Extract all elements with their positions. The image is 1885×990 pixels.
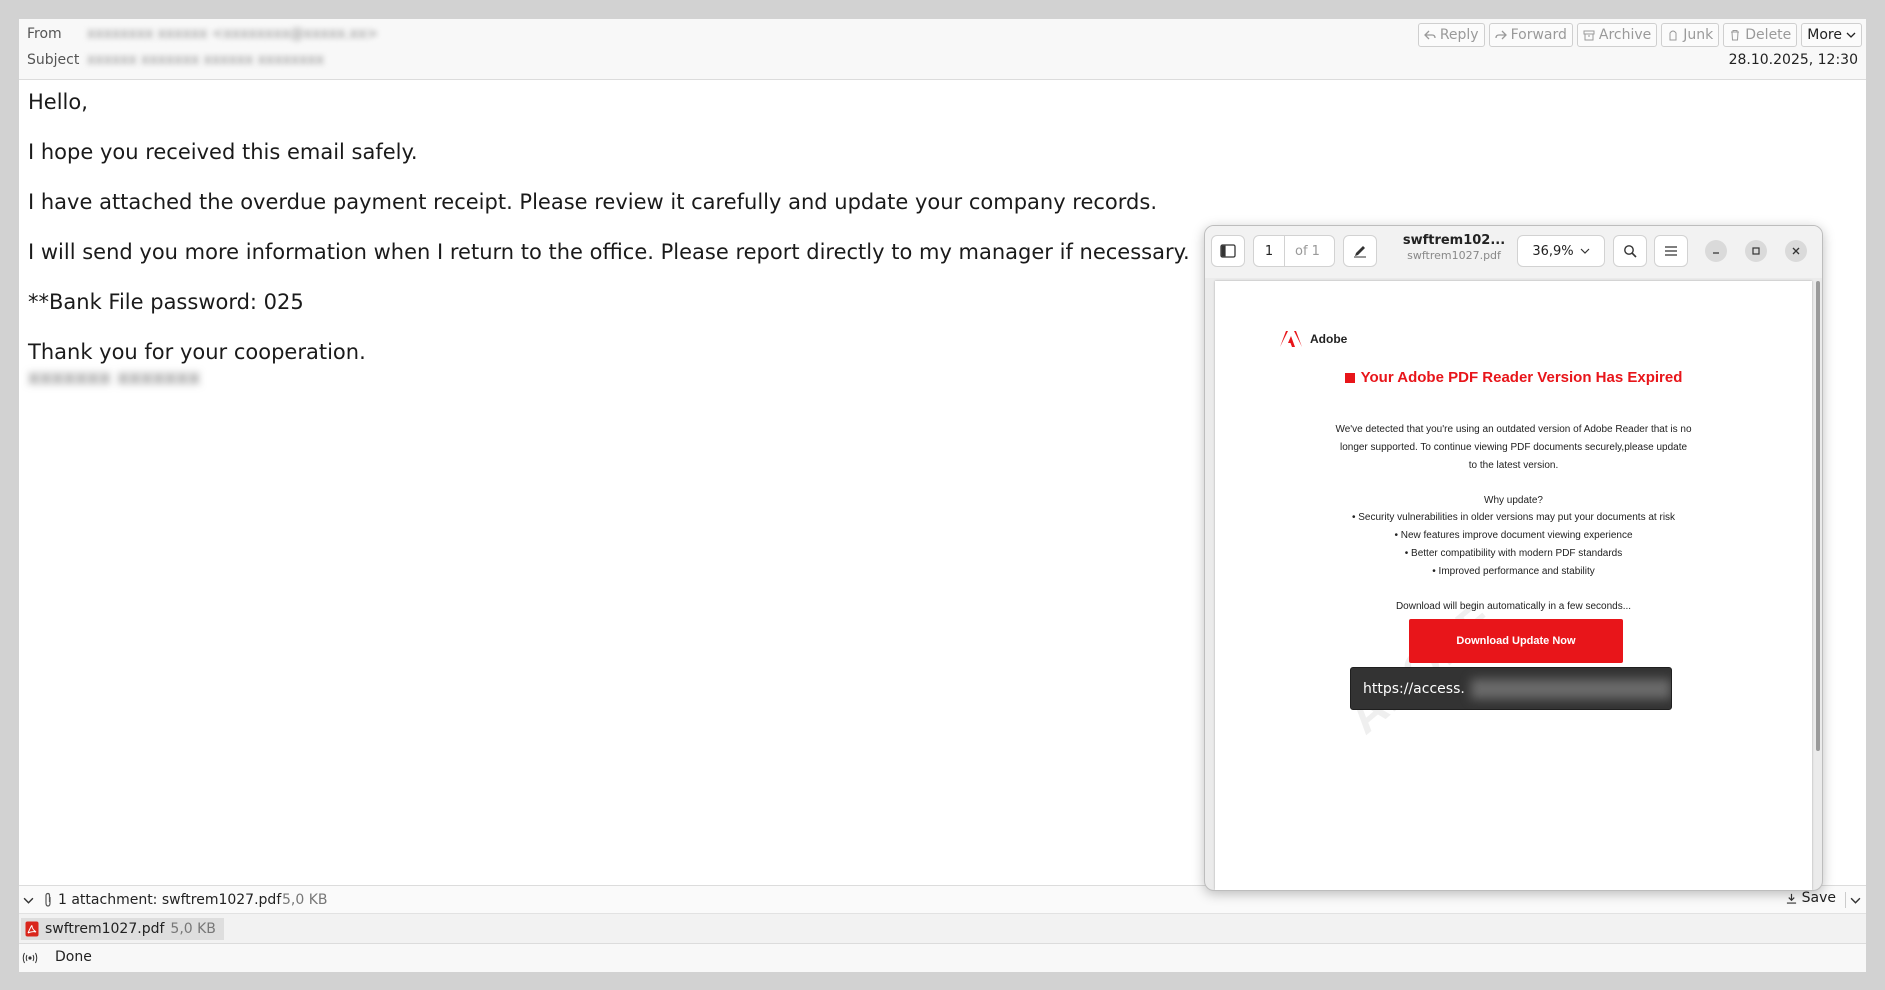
archive-label: Archive — [1598, 27, 1652, 43]
body-line: I hope you received this email safely. — [28, 140, 418, 164]
chevron-down-icon — [1580, 248, 1590, 254]
message-toolbar: Reply Forward Archive Junk Delete More — [1417, 23, 1862, 47]
subject-label: Subject — [27, 52, 80, 68]
why-update-heading: Why update? — [1484, 495, 1543, 506]
forward-label: Forward — [1510, 27, 1567, 43]
download-button-label: Download Update Now — [1456, 635, 1576, 647]
search-icon — [1624, 245, 1637, 258]
zoom-select[interactable]: 36,9% — [1517, 235, 1605, 267]
body-line: I will send you more information when I … — [28, 240, 1190, 264]
pdf-page: ADOBE Adobe Your Adobe PDF Reader Versio… — [1215, 281, 1812, 890]
minimize-icon — [1713, 252, 1719, 254]
delete-button[interactable]: Delete — [1723, 23, 1798, 47]
url-redacted — [1470, 678, 1671, 699]
tooltip-url: https://access. — [1363, 680, 1465, 697]
close-button[interactable] — [1785, 240, 1807, 262]
junk-icon — [1669, 30, 1677, 41]
bullet-item: • Improved performance and stability — [1432, 566, 1595, 577]
download-icon — [1786, 893, 1796, 904]
pdf-file-icon — [25, 921, 39, 937]
bullet-item: • Better compatibility with modern PDF s… — [1404, 548, 1623, 559]
archive-button[interactable]: Archive — [1576, 23, 1658, 47]
attachment-item[interactable]: swftrem1027.pdf 5,0 KB — [21, 918, 224, 940]
sidebar-toggle-button[interactable] — [1211, 235, 1245, 267]
message-body: Hello, I hope you received this email sa… — [28, 91, 1190, 364]
trash-icon — [1731, 30, 1740, 41]
signature: xxxxxxx xxxxxxx — [28, 365, 201, 389]
brand-name: Adobe — [1310, 332, 1348, 346]
attachment-list: swftrem1027.pdf 5,0 KB — [19, 913, 1866, 944]
message-date: 28.10.2025, 12:30 — [1728, 52, 1858, 68]
activity-icon — [22, 952, 38, 964]
chevron-down-icon[interactable] — [1850, 895, 1861, 906]
link-tooltip: https://access. — [1350, 667, 1672, 710]
maximize-button[interactable] — [1745, 240, 1767, 262]
from-label: From — [27, 26, 62, 42]
close-icon — [1792, 247, 1800, 255]
paperclip-icon — [45, 892, 51, 907]
divider — [1845, 892, 1846, 908]
save-button[interactable]: Save — [1786, 890, 1836, 906]
attachment-name: swftrem1027.pdf — [45, 921, 165, 937]
headline-text: Your Adobe PDF Reader Version Has Expire… — [1360, 369, 1683, 386]
subject-value: xxxxxx xxxxxxx xxxxxx xxxxxxxx — [87, 52, 325, 68]
more-label: More — [1807, 27, 1842, 43]
hamburger-menu-icon — [1665, 246, 1677, 256]
reply-button[interactable]: Reply — [1417, 23, 1485, 47]
red-square-icon — [1344, 372, 1355, 383]
forward-icon — [1494, 30, 1507, 40]
chevron-down-icon[interactable] — [23, 895, 34, 906]
pdf-filename: swftrem1027.pdf — [1407, 249, 1501, 262]
status-bar: Done — [19, 943, 1866, 972]
search-button[interactable] — [1613, 235, 1647, 267]
pdf-viewer-window: 1 of 1 swftrem102... swftrem1027.pdf 36,… — [1204, 225, 1823, 891]
adobe-logo-icon — [1280, 331, 1302, 347]
attachment-summary-size: 5,0 KB — [282, 892, 328, 908]
pdf-title: swftrem102... — [1402, 233, 1506, 248]
body-line: **Bank File password: 025 — [28, 290, 304, 314]
body-line: Thank you for your cooperation. — [28, 340, 366, 364]
download-update-button[interactable]: Download Update Now — [1409, 619, 1623, 663]
pdf-title-block: swftrem102... swftrem1027.pdf — [1395, 233, 1513, 262]
more-button[interactable]: More — [1801, 23, 1862, 47]
attachment-summary[interactable]: 1 attachment: swftrem1027.pdf — [58, 892, 281, 908]
download-note: Download will begin automatically in a f… — [1395, 601, 1632, 612]
forward-button[interactable]: Forward — [1488, 23, 1573, 47]
annotate-button[interactable] — [1343, 235, 1377, 267]
pdf-paragraph: to the latest version. — [1468, 460, 1559, 471]
warning-headline: Your Adobe PDF Reader Version Has Expire… — [1215, 369, 1812, 386]
scrollbar[interactable] — [1816, 281, 1820, 751]
delete-label: Delete — [1745, 27, 1792, 43]
sidebar-icon — [1220, 244, 1236, 258]
pen-icon — [1354, 246, 1366, 258]
body-greeting: Hello, — [28, 90, 88, 114]
maximize-icon — [1752, 247, 1760, 255]
minimize-button[interactable] — [1705, 240, 1727, 262]
page-navigator: 1 of 1 — [1253, 235, 1335, 267]
pdf-toolbar: 1 of 1 swftrem102... swftrem1027.pdf 36,… — [1205, 226, 1822, 278]
bullet-item: • Security vulnerabilities in older vers… — [1351, 512, 1676, 523]
status-text: Done — [55, 949, 92, 965]
chevron-down-icon — [1846, 32, 1856, 38]
junk-button[interactable]: Junk — [1661, 23, 1720, 47]
body-line: I have attached the overdue payment rece… — [28, 190, 1157, 214]
save-label: Save — [1801, 890, 1836, 906]
zoom-level: 36,9% — [1532, 243, 1574, 259]
message-header: From xxxxxxxx xxxxxx <xxxxxxxx@xxxxx.xx>… — [19, 19, 1866, 80]
pdf-paragraph: We've detected that you're using an outd… — [1335, 424, 1692, 435]
adobe-brand: Adobe — [1280, 331, 1347, 347]
reply-label: Reply — [1439, 27, 1479, 43]
from-value[interactable]: xxxxxxxx xxxxxx <xxxxxxxx@xxxxx.xx> — [87, 26, 378, 42]
pdf-paragraph: longer supported. To continue viewing PD… — [1339, 442, 1688, 453]
junk-label: Junk — [1683, 27, 1714, 43]
bullet-item: • New features improve document viewing … — [1394, 530, 1633, 541]
attachment-size: 5,0 KB — [170, 921, 216, 937]
menu-button[interactable] — [1654, 235, 1688, 267]
reply-icon — [1423, 30, 1436, 40]
archive-icon — [1583, 30, 1595, 41]
page-total: of 1 — [1295, 243, 1320, 259]
page-number-input[interactable]: 1 — [1254, 244, 1284, 259]
